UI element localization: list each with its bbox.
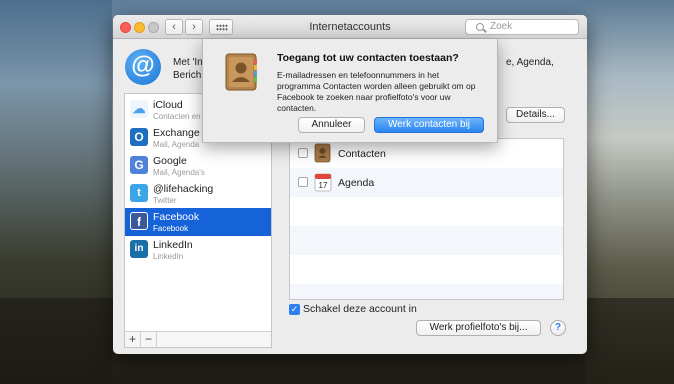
internet-accounts-icon: @ [125, 49, 161, 85]
service-row-calendar[interactable]: 17 Agenda [290, 168, 563, 197]
account-services: Mail, Agenda's [153, 168, 205, 177]
remove-account-button[interactable]: − [141, 332, 157, 347]
empty-row [290, 284, 563, 299]
facebook-icon: f [130, 212, 148, 230]
sidebar-footer: + − [125, 331, 271, 347]
account-services: LinkedIn [153, 252, 184, 261]
header-description-end: e, Agenda, [506, 57, 554, 68]
enable-account-label: Schakel deze account in [303, 303, 417, 315]
update-profile-photos-button[interactable]: Werk profielfoto's bij... [416, 320, 541, 336]
add-account-button[interactable]: + [125, 332, 141, 347]
contacts-checkbox[interactable] [298, 148, 308, 158]
account-name: LinkedIn [153, 239, 193, 251]
service-label: Contacten [338, 148, 386, 160]
google-icon: G [130, 156, 148, 174]
titlebar: ‹ › Internetaccounts Zoek [113, 15, 587, 39]
account-item-google[interactable]: G Google Mail, Agenda's [125, 152, 271, 180]
cancel-button[interactable]: Annuleer [298, 117, 365, 133]
account-name: iCloud [153, 99, 183, 111]
account-item-twitter[interactable]: t @lifehacking Twitter [125, 180, 271, 208]
dialog-title: Toegang tot uw contacten toestaan? [277, 52, 459, 64]
header-description-line2: Berich [173, 70, 202, 81]
search-icon [476, 23, 484, 31]
details-button[interactable]: Details... [506, 107, 565, 123]
account-services: Twitter [153, 196, 177, 205]
account-name: Facebook [153, 211, 200, 223]
header-description-start: Met 'In [173, 57, 203, 68]
twitter-icon: t [130, 184, 148, 202]
account-name: @lifehacking [153, 183, 214, 195]
help-button[interactable]: ? [550, 320, 566, 336]
dialog-message-line: E-mailadressen en telefoonnummers in het [277, 70, 440, 80]
search-field[interactable]: Zoek [465, 19, 579, 35]
dialog-message-line: programma Contacten worden alleen gebrui… [277, 81, 476, 91]
search-placeholder: Zoek [490, 21, 513, 32]
enable-account-checkbox[interactable]: ✓ [289, 304, 300, 315]
empty-row [290, 197, 563, 226]
empty-row [290, 255, 563, 284]
exchange-icon: O [130, 128, 148, 146]
contacts-icon [314, 143, 331, 163]
dialog-message-line: contacten. [277, 103, 317, 113]
service-row-contacts[interactable]: Contacten [290, 139, 563, 168]
update-contacts-button[interactable]: Werk contacten bij [374, 117, 484, 133]
dialog-message-line: Facebook te zoeken naar profielfoto's vo… [277, 92, 451, 102]
calendar-icon: 17 [314, 173, 332, 192]
contacts-access-dialog: Toegang tot uw contacten toestaan? E-mai… [202, 39, 498, 143]
account-services: Facebook [153, 224, 189, 233]
contacts-app-icon [225, 53, 257, 91]
account-item-linkedin[interactable]: in LinkedIn LinkedIn [125, 236, 271, 264]
empty-row [290, 226, 563, 255]
account-name: Google [153, 155, 187, 167]
services-list: Contacten 17 Agenda [289, 138, 564, 300]
account-services: Contacten en [153, 112, 201, 121]
account-name: Exchange [153, 127, 200, 139]
calendar-checkbox[interactable] [298, 177, 308, 187]
account-item-facebook[interactable]: f Facebook Facebook [125, 208, 271, 236]
linkedin-icon: in [130, 240, 148, 258]
service-label: Agenda [338, 177, 375, 189]
calendar-day-number: 17 [319, 181, 328, 190]
account-services: Mail, Agenda [153, 140, 200, 149]
icloud-icon: ☁ [130, 100, 148, 118]
